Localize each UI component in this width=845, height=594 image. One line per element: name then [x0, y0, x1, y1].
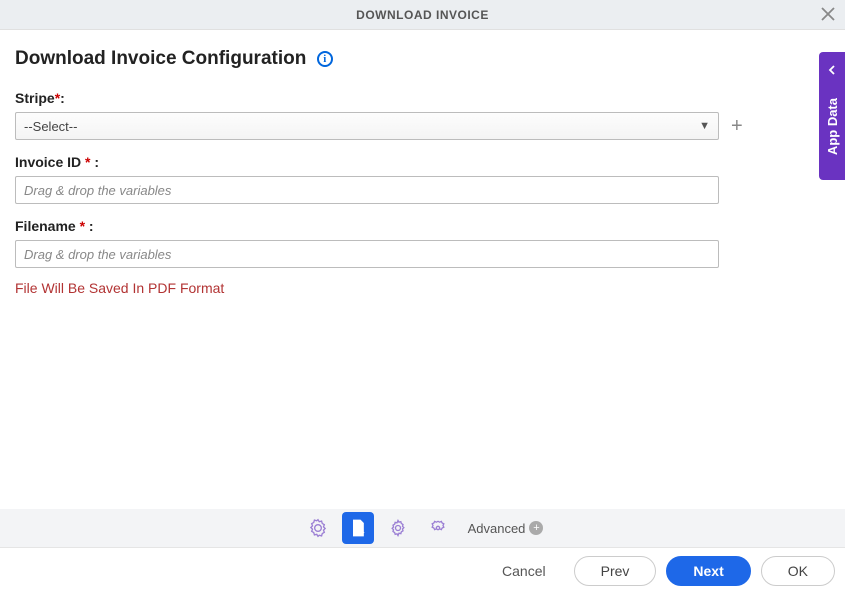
- info-icon[interactable]: i: [317, 51, 333, 67]
- dialog-header: DOWNLOAD INVOICE: [0, 0, 845, 30]
- badge-gear-icon[interactable]: [422, 512, 454, 544]
- plus-icon: +: [529, 521, 543, 535]
- filename-input[interactable]: [15, 240, 719, 268]
- prev-button[interactable]: Prev: [574, 556, 657, 586]
- page-heading: Download Invoice Configuration: [15, 48, 306, 70]
- stripe-select-value: --Select--: [24, 119, 77, 134]
- chevron-left-icon: [827, 62, 837, 78]
- invoice-id-label: Invoice ID * :: [15, 154, 830, 170]
- invoice-id-input[interactable]: [15, 176, 719, 204]
- chevron-down-icon: ▼: [699, 120, 710, 132]
- bottom-toolbar: Advanced +: [0, 509, 845, 547]
- stripe-select[interactable]: --Select-- ▼: [15, 112, 719, 140]
- app-data-panel-toggle[interactable]: App Data: [819, 52, 845, 180]
- add-stripe-button[interactable]: +: [731, 116, 743, 136]
- filename-label: Filename * :: [15, 218, 830, 234]
- dialog-title: DOWNLOAD INVOICE: [356, 8, 489, 22]
- next-button[interactable]: Next: [666, 556, 750, 586]
- gear-outline-icon[interactable]: [382, 512, 414, 544]
- ok-button[interactable]: OK: [761, 556, 835, 586]
- stripe-label: Stripe*:: [15, 90, 830, 106]
- pdf-format-hint: File Will Be Saved In PDF Format: [15, 280, 830, 296]
- dialog-footer: Cancel Prev Next OK: [0, 547, 845, 594]
- cancel-button[interactable]: Cancel: [484, 556, 564, 586]
- close-icon[interactable]: [821, 7, 835, 26]
- advanced-link[interactable]: Advanced +: [468, 521, 544, 536]
- settings-icon[interactable]: [302, 512, 334, 544]
- app-data-label: App Data: [825, 98, 840, 155]
- document-icon[interactable]: [342, 512, 374, 544]
